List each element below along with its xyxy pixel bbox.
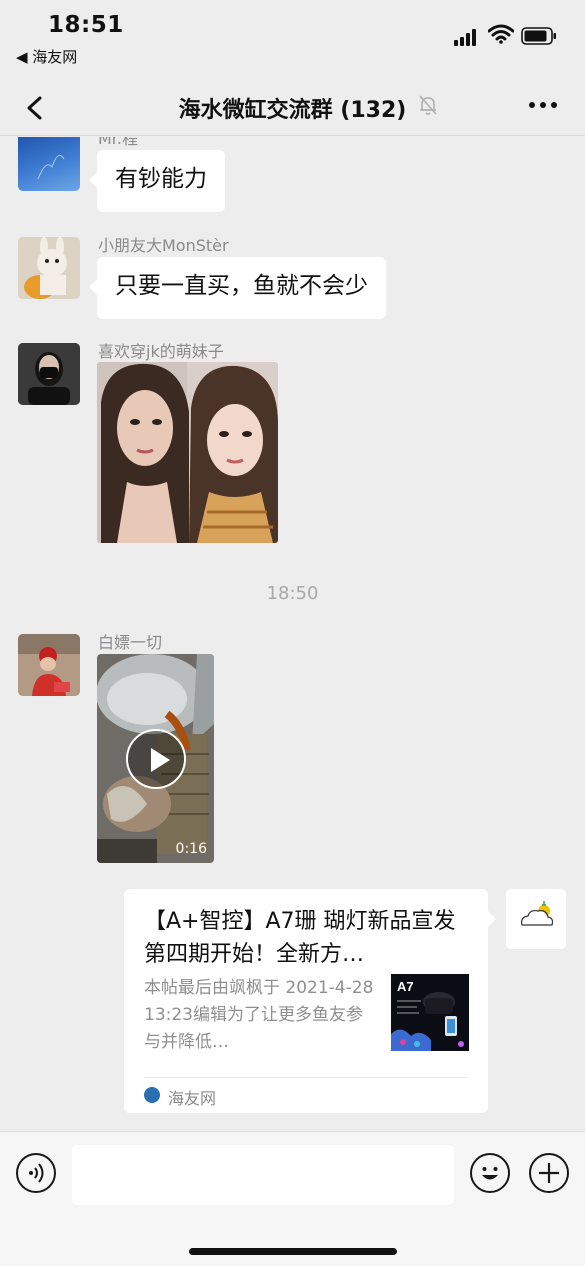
smiley-icon <box>482 1167 498 1180</box>
voice-wave-icon <box>29 1163 44 1183</box>
video-message[interactable]: 0:16 <box>97 654 214 863</box>
avatar[interactable] <box>18 137 80 191</box>
timestamp: 18:50 <box>266 583 319 604</box>
avatar[interactable] <box>18 343 80 405</box>
avatar[interactable] <box>18 634 80 696</box>
link-share-card[interactable]: 【A+智控】A7珊 瑚灯新品宣发 第四期开始！全新方… 本帖最后由飒枫于 202… <box>124 889 496 1113</box>
sender-name: 白嫖一切 <box>98 633 163 652</box>
cellular-signal-icon <box>454 28 480 46</box>
input-bar <box>0 1131 585 1266</box>
message-list[interactable]: Mr.程 有钞能力 小朋友大MonStèr 只要一直买，鱼就不会少 喜欢穿jk的… <box>0 137 585 1131</box>
photo-message[interactable] <box>97 362 278 543</box>
plus-icon <box>539 1163 559 1183</box>
play-icon[interactable] <box>126 729 186 789</box>
chat-header: 海水微缸交流群 (132) <box>0 80 585 136</box>
home-indicator <box>189 1248 397 1255</box>
video-duration: 0:16 <box>175 841 207 857</box>
sender-name: Mr.程 <box>98 137 139 148</box>
sender-name: 小朋友大MonStèr <box>98 236 229 255</box>
my-avatar[interactable] <box>506 889 566 949</box>
link-title: 【A+智控】A7珊 瑚灯新品宣发 第四期开始！全新方… <box>144 909 456 967</box>
muted-bell-icon <box>419 95 437 115</box>
text-message-bubble[interactable]: 只要一直买，鱼就不会少 <box>89 257 386 319</box>
chat-title: 海水微缸交流群 (132) <box>178 98 407 123</box>
sender-name: 喜欢穿jk的萌妹子 <box>98 342 224 361</box>
voice-input-button[interactable] <box>16 1153 56 1193</box>
link-description: 本帖最后由飒枫于 2021-4-2813:23编辑为了让更多鱼友参与并降低… <box>144 978 374 1052</box>
status-bar: 18:51 ◀ 海友网 <box>0 0 585 80</box>
link-thumbnail: A7 <box>391 974 469 1051</box>
source-logo-icon <box>144 1087 160 1103</box>
link-source: 海友网 <box>168 1089 217 1108</box>
wifi-icon <box>488 24 514 44</box>
thumbnail-label: A7 <box>397 979 414 994</box>
status-time: 18:51 <box>48 12 124 38</box>
emoji-button[interactable] <box>470 1153 510 1193</box>
battery-icon <box>521 27 556 45</box>
avatar[interactable] <box>18 237 80 299</box>
more-functions-button[interactable] <box>529 1153 569 1193</box>
text-message-bubble[interactable]: 有钞能力 <box>89 150 225 212</box>
divider <box>144 1077 468 1078</box>
message-input[interactable] <box>72 1145 454 1205</box>
more-options-icon[interactable] <box>528 100 558 110</box>
back-to-app-link[interactable]: ◀ 海友网 <box>16 46 77 67</box>
